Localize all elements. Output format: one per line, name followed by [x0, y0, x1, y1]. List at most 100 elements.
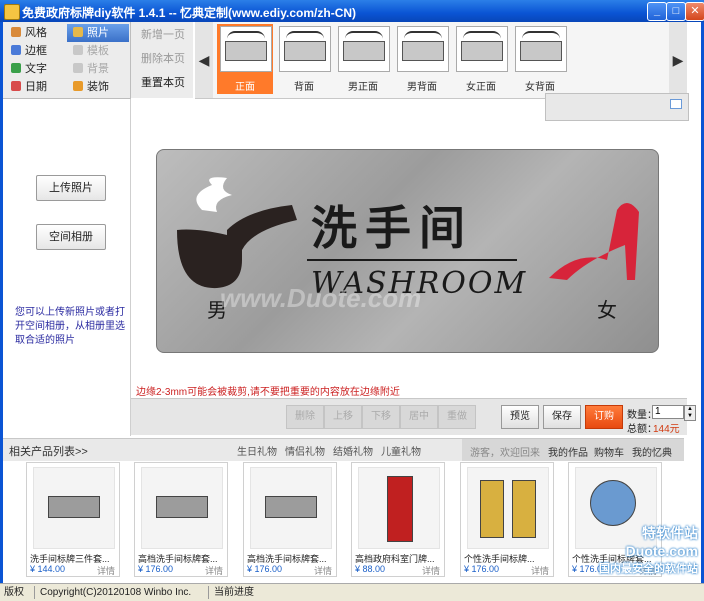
redo-button[interactable]: 重做: [438, 405, 476, 429]
thumbnail-image: [515, 26, 567, 72]
quantity-stepper[interactable]: ▲ ▼: [684, 405, 696, 421]
tool-style[interactable]: 风格: [5, 24, 67, 42]
minimize-button[interactable]: _: [647, 2, 667, 21]
text-icon: [11, 63, 21, 73]
status-separator: [208, 586, 209, 599]
close-button[interactable]: ✕: [685, 2, 704, 21]
page-thumbnail-strip: ◀ 正面 背面 男正面 男背面 女正面 女背面 ▶: [195, 22, 687, 99]
female-label: 女: [597, 298, 617, 322]
my-ediy-link[interactable]: 我的忆典: [632, 444, 672, 459]
preview-button[interactable]: 预览: [501, 405, 539, 429]
product-image: [467, 467, 549, 549]
detail-link[interactable]: 详情: [531, 564, 549, 577]
title-bar: 免费政府标牌diy软件 1.4.1 -- 忆典定制(www.ediy.com/z…: [0, 0, 704, 22]
move-up-button[interactable]: 上移: [324, 405, 362, 429]
thumbnail-image: [220, 26, 272, 72]
thumbnail-front[interactable]: 正面: [217, 24, 273, 94]
photo-icon: [73, 27, 83, 37]
related-title[interactable]: 相关产品列表>>: [9, 443, 88, 459]
product-image: [141, 467, 223, 549]
product-image: [33, 467, 115, 549]
product-card[interactable]: 高档洗手间标牌套... ¥ 176.00 详情: [243, 462, 337, 577]
pipe-icon: [177, 205, 297, 289]
user-bar: 游客，欢迎回来 我的作品 购物车 我的忆典: [462, 439, 684, 461]
action-bar: 删除 上移 下移 居中 重做 预览 保存 订购 数量： 1 ▲ ▼ 总额： 144…: [131, 398, 696, 435]
status-bar: 版权 Copyright(C)20120108 Winbo Inc. 当前进度: [0, 583, 704, 601]
status-separator: [34, 586, 35, 599]
product-card[interactable]: 个性洗手间标牌... ¥ 176.00 详情: [460, 462, 554, 577]
sign-plaque[interactable]: 洗手间 WASHROOM 男 女: [156, 149, 659, 353]
center-button[interactable]: 居中: [400, 405, 438, 429]
edge-warning: 边缘2-3mm可能会被裁剪,请不要把重要的内容放在边缘附近: [136, 387, 400, 398]
thumbnail-female-back[interactable]: 女背面: [512, 24, 568, 94]
window-title: 免费政府标牌diy软件 1.4.1 -- 忆典定制(www.ediy.com/z…: [22, 6, 357, 20]
reset-page-button[interactable]: 重置本页: [135, 73, 191, 93]
space-album-button[interactable]: 空间相册: [36, 224, 106, 250]
tool-photo[interactable]: 照片: [67, 24, 129, 42]
category-wedding[interactable]: 结婚礼物: [333, 443, 373, 458]
progress-label: 当前进度: [214, 587, 254, 598]
plaque-title: 洗手间: [311, 201, 473, 255]
product-list: 洗手间标牌三件套... ¥ 144.00 详情 高档洗手间标牌套... ¥ 176.0…: [3, 461, 684, 583]
quantity-input[interactable]: 1: [652, 405, 684, 419]
upload-photo-button[interactable]: 上传照片: [36, 175, 106, 201]
category-couple[interactable]: 情侣礼物: [285, 443, 325, 458]
order-button[interactable]: 订购: [585, 405, 623, 429]
thumbnail-image: [397, 26, 449, 72]
my-works-link[interactable]: 我的作品: [548, 444, 588, 459]
style-icon: [11, 27, 21, 37]
thumbnail-back[interactable]: 背面: [276, 24, 332, 94]
delete-button[interactable]: 删除: [286, 405, 324, 429]
background-icon: [73, 63, 83, 73]
restore-icon[interactable]: [670, 99, 682, 109]
tool-decoration[interactable]: 装饰: [67, 78, 129, 96]
detail-link[interactable]: 详情: [97, 564, 115, 577]
total-value: 144元: [653, 424, 680, 435]
product-card[interactable]: 高档洗手间标牌套... ¥ 176.00 详情: [134, 462, 228, 577]
thumbnail-male-back[interactable]: 男背面: [394, 24, 450, 94]
category-children[interactable]: 儿童礼物: [381, 443, 421, 458]
calendar-icon: [11, 81, 21, 91]
smoke-icon: [196, 177, 232, 212]
related-products-header: 相关产品列表>> 生日礼物 情侣礼物 结婚礼物 儿童礼物 游客，欢迎回来 我的作…: [3, 438, 684, 462]
cart-link[interactable]: 购物车: [594, 444, 624, 459]
product-card[interactable]: 高档政府科室门牌... ¥ 88.00 详情: [351, 462, 445, 577]
high-heel-icon: [549, 202, 639, 280]
product-image: [358, 467, 440, 549]
scroll-left-button[interactable]: ◀: [195, 22, 213, 98]
tool-panel: 风格 照片 边框 模板 文字 背景 日期 装饰: [3, 22, 131, 99]
page-button-panel: 新增一页 删除本页 重置本页: [131, 22, 193, 98]
border-icon: [11, 45, 21, 55]
detail-link[interactable]: 详情: [314, 564, 332, 577]
tool-template[interactable]: 模板: [67, 42, 129, 60]
tool-date[interactable]: 日期: [5, 78, 67, 96]
copyright-text: Copyright(C)20120108 Winbo Inc.: [40, 587, 192, 598]
product-card[interactable]: 洗手间标牌三件套... ¥ 144.00 详情: [26, 462, 120, 577]
delete-page-button[interactable]: 删除本页: [135, 49, 191, 69]
tool-text[interactable]: 文字: [5, 60, 67, 78]
thumbnail-female-front[interactable]: 女正面: [453, 24, 509, 94]
thumbnail-image: [279, 26, 331, 72]
template-icon: [73, 45, 83, 55]
app-icon: [4, 4, 20, 20]
detail-link[interactable]: 详情: [205, 564, 223, 577]
photo-hint-text: 您可以上传新照片或者打开空间相册，从相册里选取合适的照片: [15, 307, 125, 346]
save-button[interactable]: 保存: [543, 405, 581, 429]
thumbnail-image: [456, 26, 508, 72]
thumbnail-male-front[interactable]: 男正面: [335, 24, 391, 94]
photo-side-panel: 上传照片 空间相册 您可以上传新照片或者打开空间相册，从相册里选取合适的照片: [3, 99, 131, 436]
maximize-button[interactable]: □: [666, 2, 686, 21]
copyright-label: 版权: [4, 587, 24, 598]
duote-watermark-logo: 特软件站 Duote.com 国内最安全的软件站: [599, 525, 698, 575]
tool-background[interactable]: 背景: [67, 60, 129, 78]
welcome-text: 游客，欢迎回来: [470, 448, 540, 459]
product-image: [250, 467, 332, 549]
thumbnail-image: [338, 26, 390, 72]
scroll-right-button[interactable]: ▶: [669, 22, 687, 98]
move-down-button[interactable]: 下移: [362, 405, 400, 429]
tool-border[interactable]: 边框: [5, 42, 67, 60]
category-birthday[interactable]: 生日礼物: [237, 443, 277, 458]
add-page-button[interactable]: 新增一页: [135, 25, 191, 45]
site-watermark: www.Duote.com: [220, 283, 422, 313]
detail-link[interactable]: 详情: [422, 564, 440, 577]
